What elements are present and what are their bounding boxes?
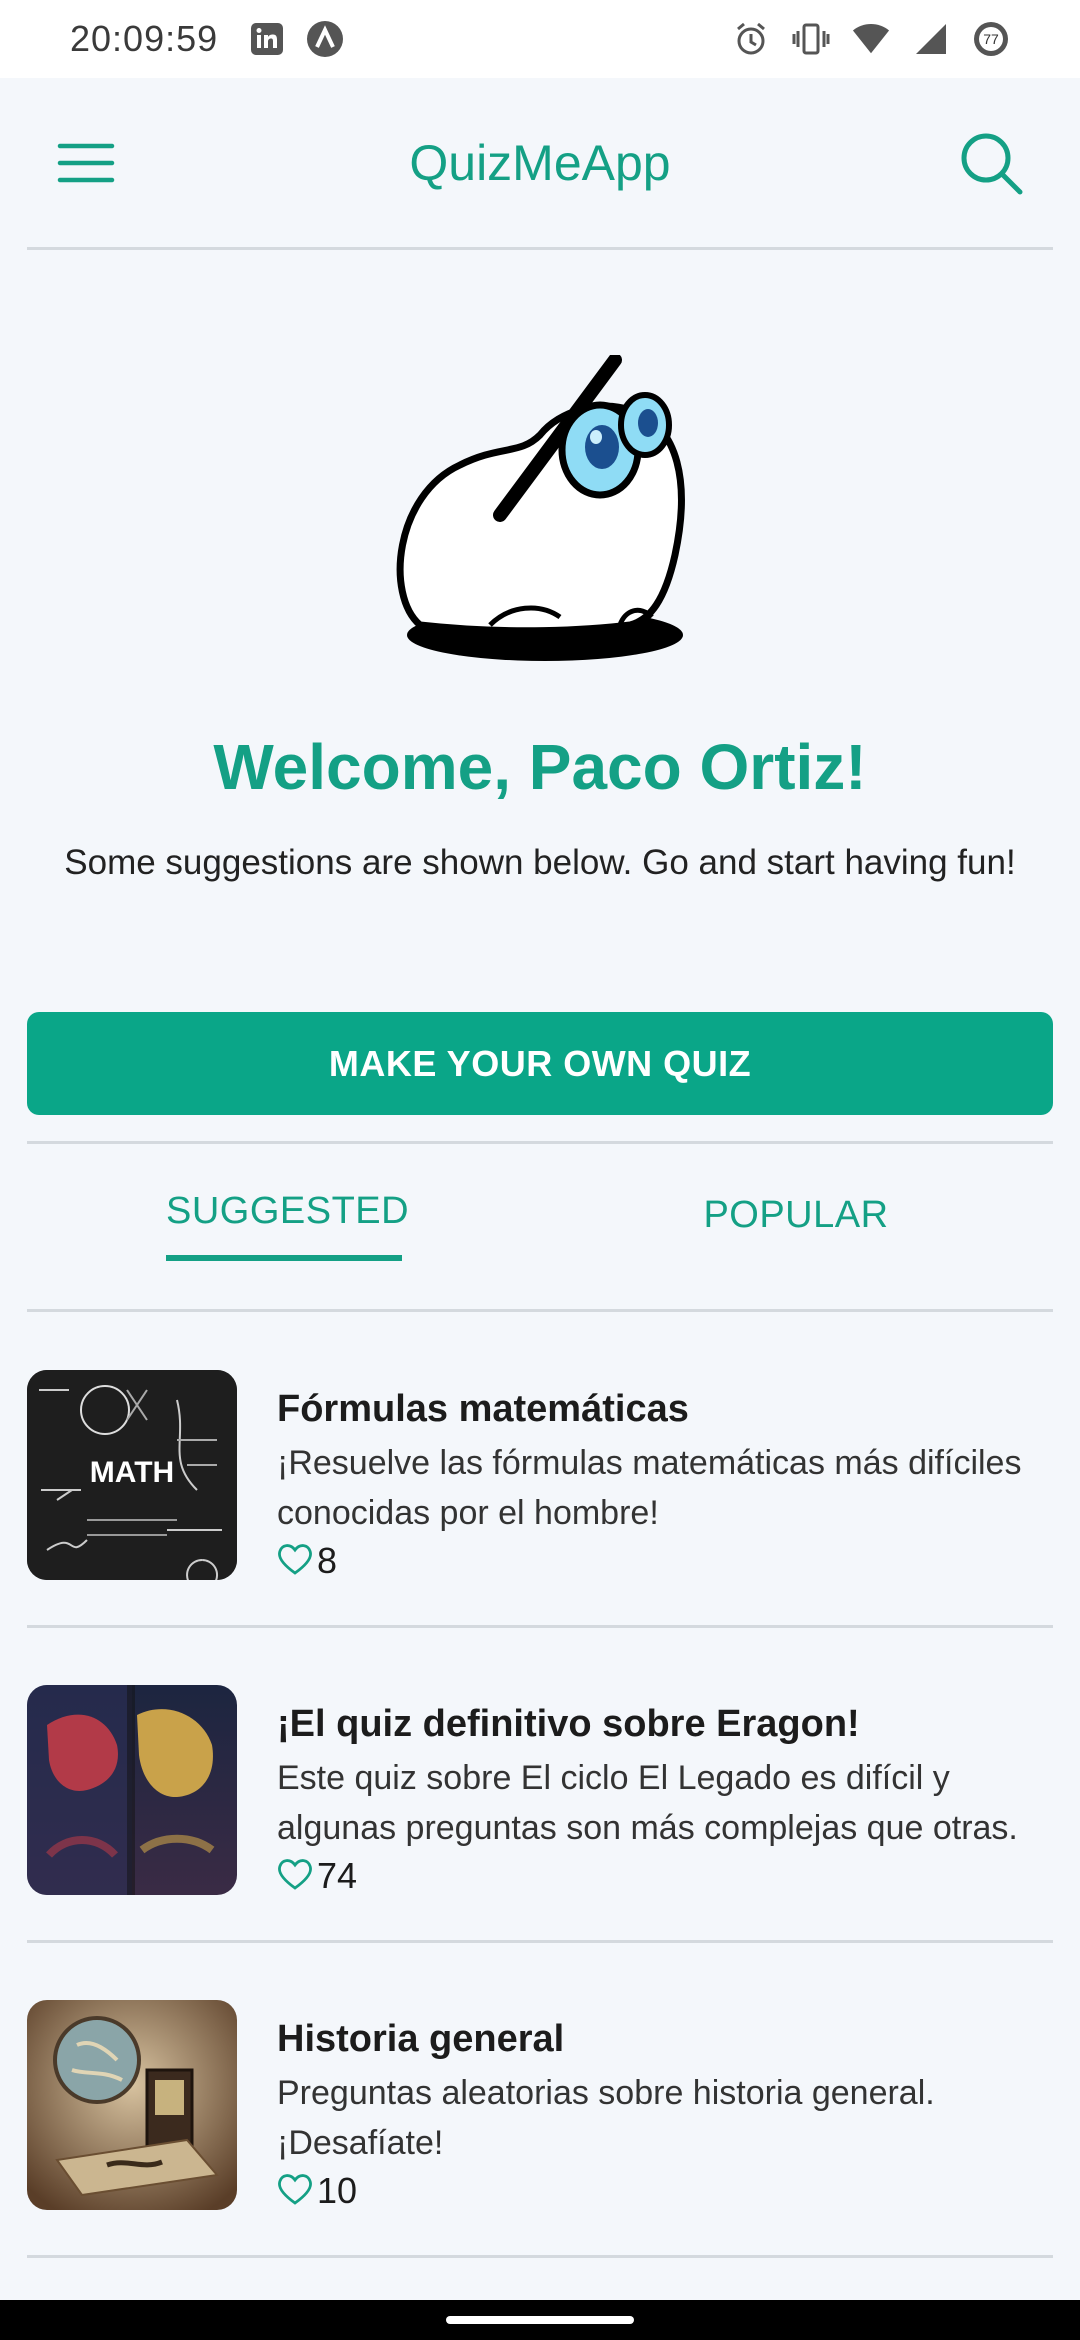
heart-icon[interactable] — [277, 1542, 313, 1581]
cta-divider — [27, 1141, 1053, 1144]
alarm-icon — [732, 20, 770, 58]
quiz-likes: 74 — [277, 1855, 357, 1897]
battery-icon: 77 — [972, 20, 1010, 58]
heart-icon[interactable] — [277, 1857, 313, 1896]
status-time: 20:09:59 — [70, 18, 219, 59]
quiz-item-history[interactable]: Historia general Preguntas aleatorias so… — [27, 1980, 1053, 2211]
quiz-title: Fórmulas matemáticas — [277, 1388, 689, 1430]
heart-icon[interactable] — [277, 2172, 313, 2211]
tab-popular[interactable]: POPULAR — [680, 1194, 912, 1237]
quiz-likes: 8 — [277, 1540, 337, 1582]
linkedin-icon — [248, 20, 286, 58]
app-title: QuizMeApp — [409, 135, 671, 191]
status-right-icons: 77 — [732, 20, 1010, 58]
welcome-heading: Welcome, Paco Ortiz! — [213, 731, 867, 803]
math-thumb-label: MATH — [90, 1456, 174, 1489]
list-divider — [27, 1940, 1053, 1943]
quiz-item-eragon[interactable]: ¡El quiz definitivo sobre Eragon! Este q… — [27, 1665, 1053, 1896]
wifi-icon — [852, 20, 890, 58]
status-bar: 20:09:59 77 — [0, 0, 1080, 78]
tab-suggested[interactable]: SUGGESTED — [166, 1190, 409, 1233]
quiz-title: ¡El quiz definitivo sobre Eragon! — [277, 1703, 860, 1745]
vibrate-icon — [792, 20, 830, 58]
quiz-thumbnail-math: MATH — [27, 1370, 237, 1580]
signal-icon — [912, 20, 950, 58]
quiz-description: Este quiz sobre El ciclo El Legado es di… — [277, 1759, 1018, 1847]
quiz-item-math[interactable]: MATH Fórmulas matemáticas ¡Resuelve las … — [27, 1350, 1053, 1581]
status-left-icons — [248, 20, 344, 58]
list-divider — [27, 1625, 1053, 1628]
search-icon[interactable] — [958, 130, 1024, 196]
battery-level: 77 — [983, 31, 999, 47]
quiz-description: ¡Resuelve las fórmulas matemáticas más d… — [277, 1444, 1022, 1532]
app-bar-divider — [27, 247, 1053, 250]
home-gesture-handle[interactable] — [446, 2316, 634, 2324]
welcome-subtitle: Some suggestions are shown below. Go and… — [64, 843, 1016, 882]
quiz-likes: 10 — [277, 2170, 357, 2212]
likes-count: 74 — [317, 1855, 358, 1896]
likes-count: 8 — [317, 1540, 338, 1581]
menu-icon[interactable] — [56, 138, 116, 188]
arc-icon — [306, 20, 344, 58]
quiz-thumbnail-eragon — [27, 1685, 237, 1895]
quiz-thumbnail-history — [27, 2000, 237, 2210]
quiz-description: Preguntas aleatorias sobre historia gene… — [277, 2074, 935, 2162]
likes-count: 10 — [317, 2170, 358, 2211]
tabs-divider — [27, 1309, 1053, 1312]
list-divider — [27, 2255, 1053, 2258]
make-quiz-button[interactable]: MAKE YOUR OWN QUIZ — [27, 1012, 1053, 1115]
tab-active-indicator — [166, 1255, 402, 1261]
app-bar: QuizMeApp — [0, 78, 1080, 248]
system-nav-bar — [0, 2300, 1080, 2340]
quiz-title: Historia general — [277, 2018, 565, 2060]
mascot-illustration — [390, 353, 700, 675]
